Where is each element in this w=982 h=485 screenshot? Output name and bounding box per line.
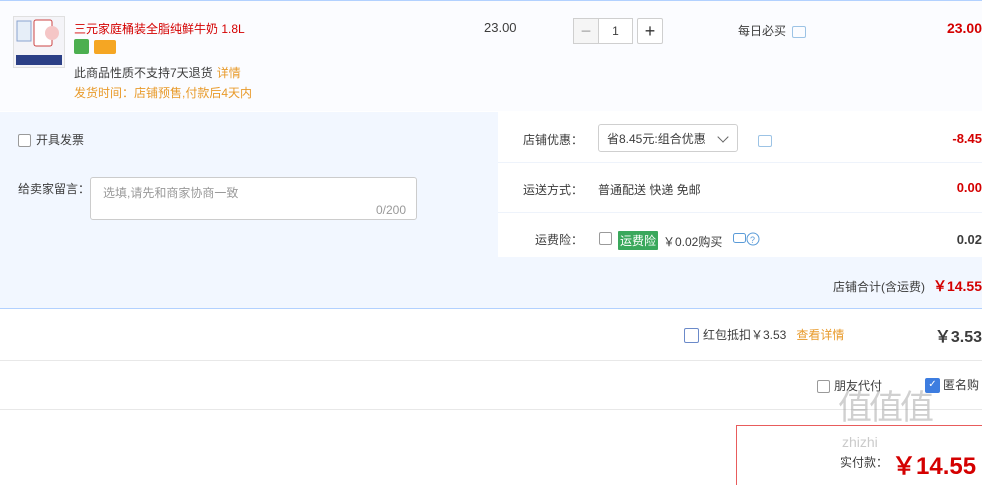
return-notice-text: 此商品性质不支持7天退货 xyxy=(74,66,213,80)
discount-select[interactable]: 省8.45元:组合优惠 xyxy=(598,124,738,152)
promo-info: 每日必买 xyxy=(738,22,807,39)
insurance-price: ￥0.02购买 xyxy=(663,235,723,249)
invoice-label: 开具发票 xyxy=(36,133,85,147)
quantity-stepper: − 1 + xyxy=(573,18,663,44)
insurance-help-icons[interactable]: ? xyxy=(733,232,761,249)
svg-text:?: ? xyxy=(750,235,755,245)
shipping-amount: 0.00 xyxy=(956,180,982,195)
chat-icon[interactable] xyxy=(758,134,772,147)
ship-time: 发货时间：店铺预售,付款后4天内 xyxy=(74,86,253,100)
invoice-checkbox[interactable] xyxy=(18,134,31,148)
redpacket-option[interactable]: 红包抵扣￥3.53 查看详情 xyxy=(684,326,844,344)
watermark-url: zhizhi xyxy=(842,434,878,450)
pay-label: 实付款： xyxy=(840,455,889,470)
promo-label: 每日必买 xyxy=(738,24,787,38)
friend-pay-checkbox[interactable] xyxy=(817,380,830,394)
return-notice: 此商品性质不支持7天退货 详情 xyxy=(74,64,241,81)
discount-label: 店铺优惠： xyxy=(523,133,584,147)
item-subtotal: 23.00 xyxy=(946,20,982,36)
watermark-logo: 值值值 xyxy=(838,389,934,427)
product-image-icon xyxy=(14,17,64,67)
product-title-link[interactable]: 三元家庭桶装全脂纯鲜牛奶 1.8L xyxy=(74,20,245,37)
message-placeholder: 选填,请先和商家协商一致 xyxy=(103,186,239,200)
return-detail-link[interactable]: 详情 xyxy=(217,66,241,80)
redpacket-detail-link[interactable]: 查看详情 xyxy=(796,328,844,342)
insurance-badge: 运费险 xyxy=(618,231,659,250)
redpacket-amount: ￥3.53 xyxy=(934,329,982,346)
redpacket-checkbox[interactable] xyxy=(684,328,699,344)
store-total-label: 店铺合计(含运费) xyxy=(832,280,925,294)
chat-icon[interactable] xyxy=(792,25,807,38)
discount-amount: -8.45 xyxy=(952,131,982,146)
redpacket-label: 红包抵扣￥3.53 xyxy=(703,328,787,342)
anonymous-label: 匿名购 xyxy=(943,378,980,392)
shipping-label: 运送方式： xyxy=(523,183,584,197)
divider xyxy=(498,162,982,163)
quantity-decrease-button[interactable]: − xyxy=(573,18,599,44)
message-char-count: 0/200 xyxy=(376,203,407,217)
shipping-method: 普通配送 快递 免邮 xyxy=(598,183,701,197)
insurance-amount: 0.02 xyxy=(956,232,982,247)
service-tag-icon xyxy=(74,39,89,54)
unit-price: 23.00 xyxy=(484,20,517,35)
quantity-increase-button[interactable]: + xyxy=(637,18,663,44)
discount-value: 省8.45元:组合优惠 xyxy=(607,131,706,146)
product-thumbnail[interactable] xyxy=(13,16,65,68)
divider xyxy=(498,212,982,213)
invoice-option[interactable]: 开具发票 xyxy=(18,131,84,148)
store-total: 店铺合计(含运费) ￥14.55 xyxy=(833,276,982,296)
message-label: 给卖家留言： xyxy=(18,182,91,196)
quantity-input[interactable]: 1 xyxy=(599,18,633,44)
insurance-checkbox[interactable] xyxy=(599,232,612,245)
pay-amount: ￥14.55 xyxy=(892,453,977,480)
chevron-down-icon xyxy=(717,131,729,143)
store-total-amount: ￥14.55 xyxy=(932,278,982,294)
divider xyxy=(0,409,982,410)
insurance-label: 运费险： xyxy=(535,233,584,247)
divider xyxy=(0,360,982,361)
anonymous-option[interactable]: ✓ 匿名购 xyxy=(925,376,980,394)
payment-total: 实付款： ￥14.55 xyxy=(840,446,976,481)
card-tag-icon xyxy=(94,40,116,54)
help-icon[interactable]: ? xyxy=(733,232,761,246)
